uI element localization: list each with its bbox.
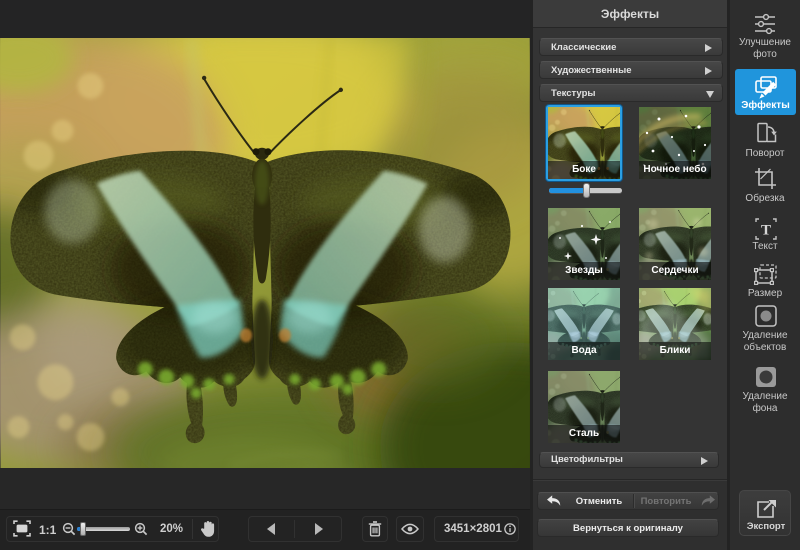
- svg-text:T: T: [761, 223, 771, 239]
